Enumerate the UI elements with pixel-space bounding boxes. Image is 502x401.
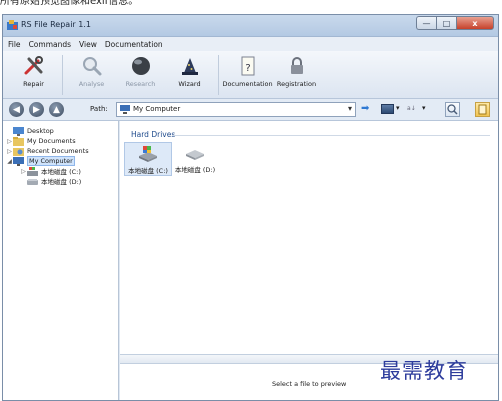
tree-expander[interactable]: ▷: [6, 148, 13, 155]
tree-label: 本地磁盘 (D:): [41, 178, 82, 186]
analyse-label: Analyse: [78, 80, 105, 88]
app-icon: [7, 20, 18, 30]
group-title: Hard Drives: [131, 130, 176, 139]
registration-button[interactable]: Registration: [272, 51, 321, 98]
sphere-icon: [131, 57, 150, 75]
magnifier-icon: [447, 104, 458, 115]
title-bar[interactable]: RS File Repair 1.1 — □ x: [3, 15, 498, 37]
chevron-down-icon[interactable]: ▾: [348, 104, 352, 113]
folder-icon: [13, 136, 24, 146]
close-button[interactable]: x: [456, 16, 494, 30]
go-arrow-icon[interactable]: ➡: [361, 104, 369, 114]
forward-button[interactable]: ▶: [29, 102, 44, 117]
documentation-button[interactable]: ? Documentation: [222, 51, 273, 98]
arrow-right-icon: ▶: [33, 104, 40, 115]
path-combobox[interactable]: My Computer ▾: [116, 102, 356, 117]
research-button[interactable]: Research: [116, 51, 165, 98]
tree-label: Recent Documents: [27, 147, 89, 155]
path-bar: ◀ ▶ ▲ Path: My Computer ▾ ➡ ▾ a↓ ▾: [3, 99, 498, 121]
documentation-label: Documentation: [222, 80, 273, 88]
computer-icon: [120, 105, 130, 114]
repair-tools-icon: [24, 56, 43, 75]
caption-text: 所有原始预览图像和exif信息。: [0, 0, 139, 7]
window-controls: — □ x: [416, 16, 494, 30]
path-label: Path:: [90, 105, 108, 113]
drive-icon: [186, 150, 204, 160]
drive-icon: [27, 178, 38, 185]
tree-item-drive-d[interactable]: 本地磁盘 (D:): [20, 176, 81, 186]
wizard-button[interactable]: Wizard: [165, 51, 214, 98]
system-drive-icon: [139, 146, 157, 162]
tree-label: 本地磁盘 (C:): [41, 168, 81, 176]
tree-label: My Documents: [27, 137, 76, 145]
toolbar: Repair Analyse Research Wizard ? Documen…: [3, 51, 498, 99]
path-value: My Computer: [133, 105, 181, 113]
tree-item-drive-c[interactable]: ▷ 本地磁盘 (C:): [20, 166, 81, 176]
document-help-icon: ?: [241, 56, 254, 76]
back-button[interactable]: ◀: [9, 102, 24, 117]
padlock-icon: [290, 57, 303, 74]
watermark-text: 最需教育: [380, 359, 468, 383]
drive-label: 本地磁盘 (D:): [174, 166, 216, 174]
group-divider: [172, 135, 490, 136]
tree-expander[interactable]: ◢: [6, 158, 13, 165]
desktop-icon: [13, 126, 24, 136]
recent-documents-icon: [13, 147, 24, 156]
wizard-hat-icon: [181, 58, 198, 75]
menu-view[interactable]: View: [79, 40, 97, 49]
tree-item-desktop[interactable]: Desktop: [6, 126, 54, 136]
tree-item-my-computer[interactable]: ◢ My Computer: [6, 156, 75, 166]
tree-label: My Computer: [27, 156, 75, 166]
registration-label: Registration: [276, 80, 317, 88]
tree-expander[interactable]: ▷: [20, 168, 27, 175]
sort-dropdown-icon[interactable]: ▾: [422, 104, 426, 112]
drive-label: 本地磁盘 (C:): [128, 167, 168, 175]
computer-icon: [13, 156, 24, 166]
folder-tree: Desktop ▷ My Documents ▷ Recent Document…: [3, 121, 119, 400]
repair-button[interactable]: Repair: [9, 51, 58, 98]
drive-c-item[interactable]: 本地磁盘 (C:): [124, 142, 172, 176]
window-title: RS File Repair 1.1: [21, 20, 91, 29]
sort-icon[interactable]: a↓: [407, 105, 416, 112]
analyse-button[interactable]: Analyse: [67, 51, 116, 98]
tree-label: Desktop: [27, 127, 54, 135]
wizard-label: Wizard: [178, 80, 201, 88]
info-button[interactable]: [475, 102, 490, 117]
minimize-button[interactable]: —: [416, 16, 436, 30]
system-drive-icon: [27, 166, 38, 176]
tree-item-my-documents[interactable]: ▷ My Documents: [6, 136, 76, 146]
arrow-up-icon: ▲: [53, 104, 60, 115]
menu-documentation[interactable]: Documentation: [105, 40, 163, 49]
repair-label: Repair: [23, 80, 44, 88]
menu-commands[interactable]: Commands: [29, 40, 71, 49]
menu-file[interactable]: File: [8, 40, 21, 49]
tree-item-recent-documents[interactable]: ▷ Recent Documents: [6, 146, 89, 156]
maximize-button[interactable]: □: [436, 16, 456, 30]
arrow-left-icon: ◀: [13, 104, 20, 115]
menu-bar: File Commands View Documentation: [3, 37, 498, 51]
svg-text:?: ?: [245, 63, 250, 74]
magnifier-icon: [82, 57, 101, 76]
app-window: RS File Repair 1.1 — □ x File Commands V…: [2, 14, 499, 401]
research-label: Research: [125, 80, 156, 88]
up-button[interactable]: ▲: [49, 102, 64, 117]
preview-placeholder: Select a file to preview: [272, 380, 347, 388]
toolbar-separator: [218, 55, 219, 95]
tree-expander[interactable]: ▷: [6, 138, 13, 145]
info-panel-icon: [478, 104, 487, 115]
file-list-pane: Hard Drives 本地磁盘 (C:) 本地磁盘 (D:): [120, 121, 498, 354]
drive-d-item[interactable]: 本地磁盘 (D:): [171, 142, 219, 176]
zoom-button[interactable]: [445, 102, 460, 117]
view-dropdown-icon[interactable]: ▾: [396, 104, 400, 112]
toolbar-separator: [62, 55, 63, 95]
thumbnail-view-icon[interactable]: [381, 104, 394, 114]
